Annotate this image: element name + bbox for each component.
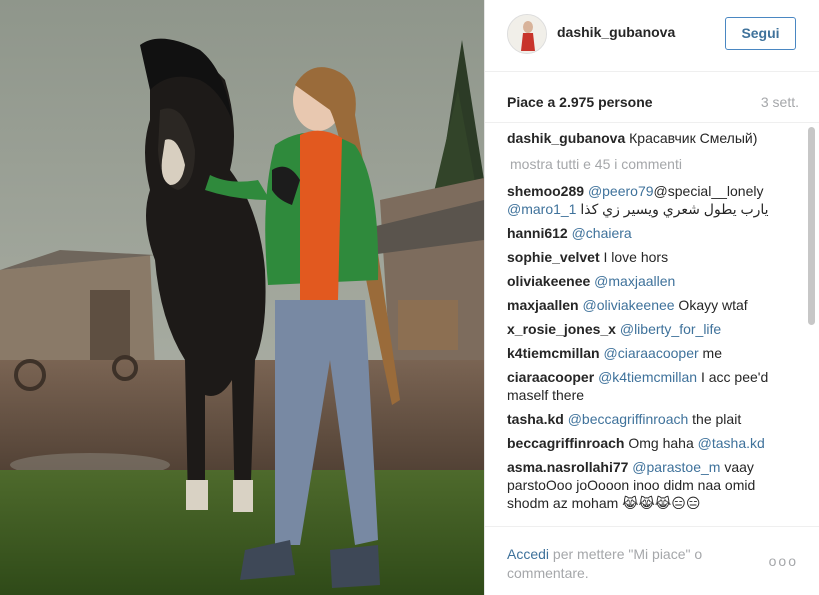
post-details-panel: dashik_gubanova Segui Piace a 2.975 pers… bbox=[484, 0, 819, 595]
comment-item: beccagriffinroach Omg haha @tasha.kd bbox=[507, 434, 797, 452]
comment-mention[interactable]: @maxjaallen bbox=[594, 273, 675, 289]
comment-author[interactable]: asma.nasrollahi77 bbox=[507, 459, 628, 475]
post-footer: Accedi per mettere "Mi piace" o commenta… bbox=[485, 526, 819, 595]
comment-item: x_rosie_jones_x @liberty_for_life bbox=[507, 320, 797, 338]
comment-item: hanni612 @chaiera bbox=[507, 224, 797, 242]
comment-author[interactable]: ciaraacooper bbox=[507, 369, 594, 385]
show-all-comments-link[interactable]: mostra tutti e 45 i commenti bbox=[510, 155, 797, 173]
comment-author[interactable]: tasha.kd bbox=[507, 411, 564, 427]
comments-scrollbar[interactable] bbox=[808, 127, 815, 325]
post-age[interactable]: 3 sett. bbox=[761, 94, 799, 110]
comment-mention[interactable]: @ciaraacooper bbox=[604, 345, 699, 361]
comment-item: oliviakeenee @maxjaallen bbox=[507, 272, 797, 290]
comment-author[interactable]: oliviakeenee bbox=[507, 273, 590, 289]
caption-text: Красавчик Смелый) bbox=[629, 130, 758, 146]
comment-author[interactable]: beccagriffinroach bbox=[507, 435, 624, 451]
follow-button[interactable]: Segui bbox=[725, 17, 796, 50]
comment-item: maxjaallen @oliviakeenee Okayy wtaf bbox=[507, 296, 797, 314]
comment-mention[interactable]: @maro1_1 bbox=[507, 201, 576, 217]
likes-row: Piace a 2.975 persone 3 sett. bbox=[507, 94, 799, 114]
comment-text: Omg haha bbox=[628, 435, 698, 451]
comment-text: يارب يطول شعري ويسير زي كذا bbox=[576, 201, 769, 217]
comment-text: the plait bbox=[688, 411, 742, 427]
post-photo-illustration bbox=[0, 0, 484, 595]
comment-text: I love hors bbox=[603, 249, 669, 265]
post-header: dashik_gubanova Segui bbox=[485, 0, 819, 72]
comment-item: sophie_velvet I love hors bbox=[507, 248, 797, 266]
avatar-image bbox=[508, 15, 546, 53]
login-prompt: Accedi per mettere "Mi piace" o commenta… bbox=[507, 545, 757, 583]
comment-mention[interactable]: @chaiera bbox=[572, 225, 632, 241]
comment-text: @special__lonely bbox=[653, 183, 764, 199]
comment-item: k4tiemcmillan @ciaraacooper me bbox=[507, 344, 797, 362]
likes-count[interactable]: Piace a 2.975 persone bbox=[507, 94, 653, 110]
comments-section[interactable]: dashik_gubanova Красавчик Смелый) mostra… bbox=[485, 122, 819, 526]
comment-mention[interactable]: @peero79 bbox=[588, 183, 654, 199]
comment-mention[interactable]: @oliviakeenee bbox=[583, 297, 675, 313]
more-options-icon[interactable]: ooo bbox=[769, 553, 798, 569]
comment-item: shemoo289 @peero79@special__lonely @maro… bbox=[507, 182, 797, 218]
login-link[interactable]: Accedi bbox=[507, 546, 549, 562]
comment-mention[interactable]: @tasha.kd bbox=[698, 435, 765, 451]
comment-author[interactable]: x_rosie_jones_x bbox=[507, 321, 616, 337]
comment-mention[interactable]: @k4tiemcmillan bbox=[598, 369, 697, 385]
show-all-comments-item: mostra tutti e 45 i commenti bbox=[507, 155, 797, 173]
avatar[interactable] bbox=[507, 14, 547, 54]
comment-mention[interactable]: @beccagriffinroach bbox=[568, 411, 689, 427]
comment-mention[interactable]: @parastoe_m bbox=[632, 459, 720, 475]
post-photo bbox=[0, 0, 484, 595]
caption: dashik_gubanova Красавчик Смелый) bbox=[507, 129, 797, 147]
comment-text: me bbox=[698, 345, 722, 361]
comment-author[interactable]: k4tiemcmillan bbox=[507, 345, 600, 361]
username-link[interactable]: dashik_gubanova bbox=[557, 24, 675, 40]
comment-item: ciaraacooper @k4tiemcmillan I acc pee'd … bbox=[507, 368, 797, 404]
comment-text: Okayy wtaf bbox=[674, 297, 748, 313]
comment-list: dashik_gubanova Красавчик Смелый) mostra… bbox=[507, 129, 797, 518]
comment-author[interactable]: hanni612 bbox=[507, 225, 568, 241]
comment-mention[interactable]: @liberty_for_life bbox=[620, 321, 721, 337]
comment-author[interactable]: maxjaallen bbox=[507, 297, 579, 313]
comment-item: asma.nasrollahi77 @parastoe_m vaay parst… bbox=[507, 458, 797, 512]
comment-author[interactable]: sophie_velvet bbox=[507, 249, 600, 265]
comment-author[interactable]: shemoo289 bbox=[507, 183, 584, 199]
caption-author[interactable]: dashik_gubanova bbox=[507, 130, 625, 146]
comment-item: tasha.kd @beccagriffinroach the plait bbox=[507, 410, 797, 428]
